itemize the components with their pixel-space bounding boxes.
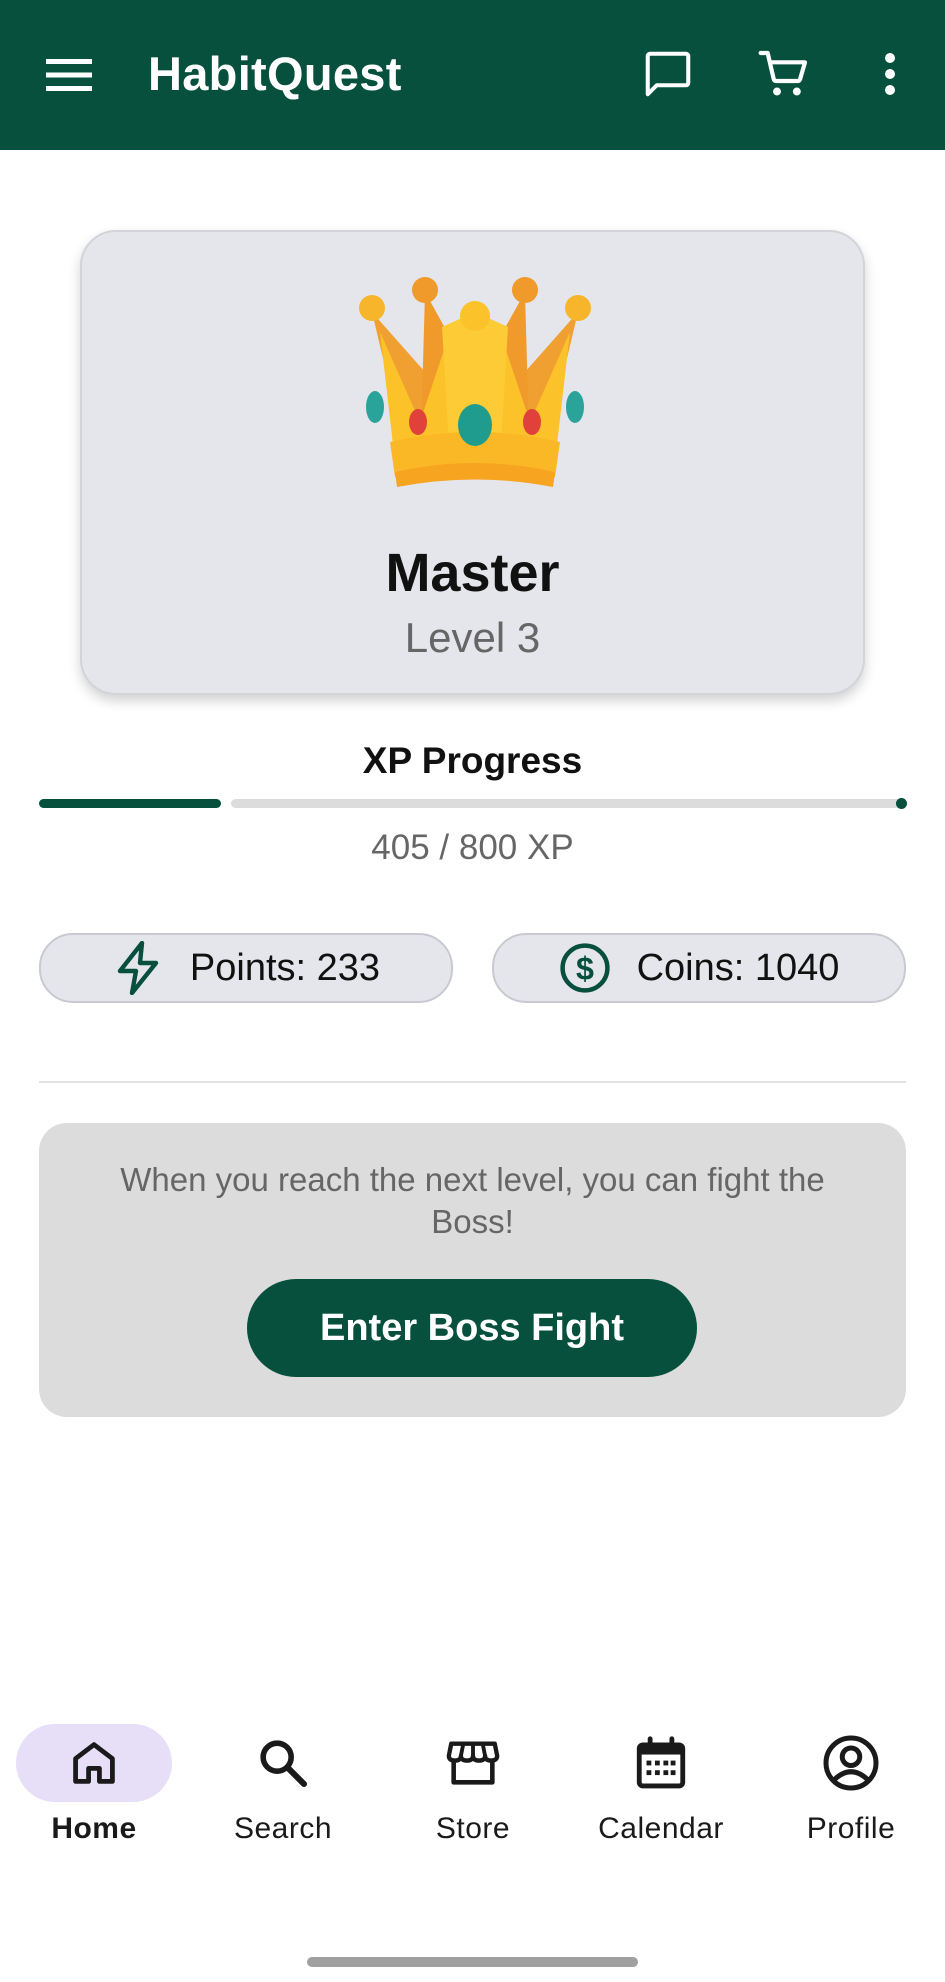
rank-title: Master bbox=[385, 543, 560, 603]
menu-icon[interactable] bbox=[44, 50, 94, 100]
cart-icon[interactable] bbox=[752, 42, 816, 106]
bottom-navigation: Home Search Store Calendar Profile bbox=[0, 1700, 945, 1860]
calendar-icon bbox=[583, 1724, 739, 1802]
xp-progress-end-dot bbox=[896, 798, 907, 809]
home-icon bbox=[16, 1724, 172, 1802]
search-icon bbox=[205, 1724, 361, 1802]
enter-boss-fight-button[interactable]: Enter Boss Fight bbox=[247, 1279, 697, 1377]
store-icon bbox=[395, 1724, 551, 1802]
nav-label-search: Search bbox=[233, 1812, 333, 1845]
nav-item-profile[interactable]: Profile bbox=[766, 1700, 936, 1860]
app-title: HabitQuest bbox=[148, 47, 402, 100]
nav-item-calendar[interactable]: Calendar bbox=[576, 1700, 746, 1860]
rank-card: Master Level 3 bbox=[80, 230, 865, 695]
rank-level: Level 3 bbox=[404, 614, 541, 661]
chat-icon[interactable] bbox=[636, 42, 700, 106]
lightning-icon bbox=[112, 941, 164, 995]
nav-item-store[interactable]: Store bbox=[388, 1700, 558, 1860]
xp-progress-fill bbox=[39, 799, 221, 808]
svg-text:$: $ bbox=[576, 951, 594, 987]
home-gesture-bar[interactable] bbox=[307, 1957, 638, 1967]
nav-label-profile: Profile bbox=[806, 1812, 896, 1845]
xp-progress-track bbox=[231, 799, 903, 808]
more-vert-icon[interactable] bbox=[858, 42, 922, 106]
dollar-coin-icon: $ bbox=[559, 942, 611, 994]
crown-icon bbox=[350, 272, 600, 502]
profile-icon bbox=[773, 1724, 929, 1802]
points-chip: Points: 233 bbox=[39, 933, 453, 1003]
nav-label-store: Store bbox=[435, 1812, 511, 1845]
xp-progress-text: 405 / 800 XP bbox=[371, 828, 574, 867]
points-label: Points: 233 bbox=[189, 946, 381, 989]
top-app-bar: HabitQuest bbox=[0, 0, 945, 150]
nav-label-calendar: Calendar bbox=[598, 1812, 724, 1845]
xp-progress-label: XP Progress bbox=[362, 740, 583, 781]
coins-label: Coins: 1040 bbox=[636, 946, 840, 989]
boss-message: When you reach the next level, you can f… bbox=[120, 1161, 825, 1240]
boss-panel: When you reach the next level, you can f… bbox=[39, 1123, 906, 1417]
app-screen: HabitQuest Master Level 3 XP Progress 40… bbox=[0, 0, 945, 1982]
nav-label-home: Home bbox=[51, 1812, 137, 1845]
nav-item-search[interactable]: Search bbox=[198, 1700, 368, 1860]
nav-item-home[interactable]: Home bbox=[9, 1700, 179, 1860]
coins-chip: $ Coins: 1040 bbox=[492, 933, 906, 1003]
section-divider bbox=[39, 1081, 906, 1083]
